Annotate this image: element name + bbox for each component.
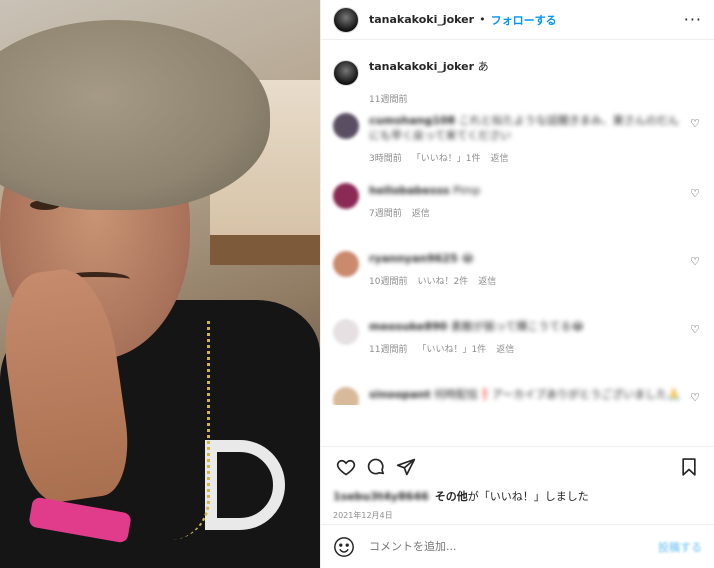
comment-list[interactable]: cumshang108 これと似たような話聞きまみ、東さんのだんにも早く戻って来… xyxy=(321,105,714,405)
post-button[interactable]: 投稿する xyxy=(658,539,702,555)
comment-username[interactable]: sinoopant xyxy=(369,388,431,401)
comment-heart-icon[interactable]: ♡ xyxy=(688,391,702,404)
post-date: 2021年12月4日 xyxy=(333,511,393,520)
author-username[interactable]: tanakakoki_joker xyxy=(369,13,474,26)
emoji-icon[interactable] xyxy=(333,536,355,558)
likes-user[interactable]: 1sebu3t4y8646 xyxy=(333,490,429,503)
comment-username[interactable]: hellobabesss xyxy=(369,184,450,197)
bookmark-icon[interactable] xyxy=(674,452,704,482)
likes-others[interactable]: その他 xyxy=(435,488,468,504)
more-icon[interactable]: ··· xyxy=(684,10,702,29)
post-sidebar: tanakakoki_joker • フォローする ··· tanakakoki… xyxy=(320,0,714,568)
author-avatar[interactable] xyxy=(333,6,359,33)
likes-summary: 1sebu3t4y8646 その他 が「いいね！」しました xyxy=(333,488,589,504)
caption-time: 11週間前 xyxy=(369,95,408,105)
comment-avatar[interactable] xyxy=(333,319,359,345)
comment-avatar[interactable] xyxy=(333,183,359,209)
comment-likes[interactable]: 「いいね！」1件 xyxy=(412,151,481,164)
reply-button[interactable]: 返信 xyxy=(490,151,508,164)
likes-suffix: が「いいね！」しました xyxy=(467,490,589,503)
caption-username[interactable]: tanakakoki_joker xyxy=(369,60,474,73)
comment-time: 11週間前 xyxy=(369,345,408,355)
comment-item: sinoopant 何時配信❗️アーカイブありがとうございました🙏 ~ ♡ xyxy=(333,387,702,405)
comment-avatar[interactable] xyxy=(333,387,359,405)
follow-button[interactable]: フォローする xyxy=(491,12,557,28)
comment-heart-icon[interactable]: ♡ xyxy=(688,255,702,268)
comment-input[interactable] xyxy=(369,540,658,553)
comment-username[interactable]: meosuke890 xyxy=(369,320,447,333)
comment-username[interactable]: cumshang108 xyxy=(369,114,455,127)
post-image[interactable] xyxy=(0,0,320,568)
action-bar xyxy=(321,446,714,486)
comment-time: 7週間前 xyxy=(369,209,402,219)
comment-text: Pimp xyxy=(453,184,481,197)
add-comment-bar: 投稿する xyxy=(321,524,714,568)
caption-text: あ xyxy=(477,60,489,73)
reply-button[interactable]: 返信 xyxy=(412,206,430,219)
comment-item: hellobabesss Pimp 7週間前 返信 ♡ xyxy=(333,183,702,219)
comment-avatar[interactable] xyxy=(333,113,359,139)
post-header: tanakakoki_joker • フォローする ··· xyxy=(321,0,714,40)
comment-likes[interactable]: 「いいね！」1件 xyxy=(417,342,486,355)
comment-time: 3時間前 xyxy=(369,154,402,164)
comment-icon[interactable] xyxy=(361,452,391,482)
brown-hat xyxy=(0,20,270,210)
comment-time: 10週間前 xyxy=(369,277,408,287)
comment-text: 😂 xyxy=(461,252,475,265)
background-beam xyxy=(210,235,320,265)
caption-avatar[interactable] xyxy=(333,60,359,86)
comment-likes[interactable]: いいね！2件 xyxy=(417,274,468,287)
post-caption: tanakakoki_joker あ xyxy=(321,40,714,86)
reply-button[interactable]: 返信 xyxy=(496,342,514,355)
comment-text: 素敵が揃って輝こうてる😂 xyxy=(450,320,585,333)
comment-item: meosuke890 素敵が揃って輝こうてる😂 11週間前 「いいね！」1件 返… xyxy=(333,319,702,355)
comment-username[interactable]: ryannyan9625 xyxy=(369,252,458,265)
comment-heart-icon[interactable]: ♡ xyxy=(688,323,702,336)
heart-icon[interactable] xyxy=(331,452,361,482)
share-icon[interactable] xyxy=(391,452,421,482)
separator-dot: • xyxy=(479,13,486,26)
reply-button[interactable]: 返信 xyxy=(478,274,496,287)
comment-item: cumshang108 これと似たような話聞きまみ、東さんのだんにも早く戻って来… xyxy=(333,113,702,164)
comment-heart-icon[interactable]: ♡ xyxy=(688,117,702,130)
gold-chain xyxy=(150,320,210,540)
comment-avatar[interactable] xyxy=(333,251,359,277)
comment-heart-icon[interactable]: ♡ xyxy=(688,187,702,200)
post-viewer: tanakakoki_joker • フォローする ··· tanakakoki… xyxy=(0,0,714,568)
comment-item: ryannyan9625 😂 10週間前 いいね！2件 返信 ♡ xyxy=(333,251,702,287)
